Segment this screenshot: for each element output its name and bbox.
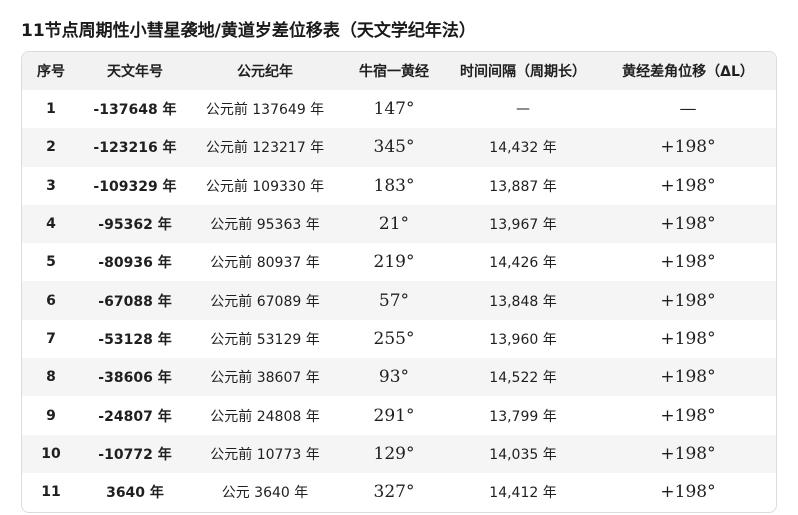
cell-index: 5: [46, 254, 56, 271]
cell-longitude: 345°: [340, 128, 448, 167]
table-row: 6 -67088 年 公元前 67089 年 57° 13,848 年 +198…: [22, 281, 776, 320]
cell-ce-year: 公元前 38607 年: [190, 358, 340, 397]
cell-index: 7: [46, 330, 56, 347]
cell-index: 3: [46, 177, 56, 194]
cell-longitude: 57°: [340, 281, 448, 320]
cell-interval: —: [516, 101, 530, 118]
cell-interval: 13,887 年: [489, 178, 557, 195]
cell-longitude: 21°: [340, 204, 448, 244]
cell-ce-year: 公元前 67089 年: [190, 281, 340, 320]
cell-delta-l: +198°: [598, 128, 776, 167]
cell-longitude: 291°: [373, 405, 415, 426]
cell-interval: 13,799 年: [489, 408, 557, 425]
cell-interval: 14,035 年: [448, 434, 598, 473]
cell-index: 9: [46, 407, 56, 424]
table-header-row: 序号 天文年号 公元纪年 牛宿一黄经 时间间隔（周期长） 黄经差角位移（ΔL）: [22, 52, 776, 90]
cell-ce-year: 公元前 24808 年: [210, 408, 320, 425]
cell-interval: 14,426 年: [489, 255, 557, 272]
table-row: 9 -24807 年 公元前 24808 年 291° 13,799 年 +19…: [22, 396, 776, 434]
cell-astro-year: -53128 年: [98, 331, 172, 348]
cell-delta-l: +198°: [660, 175, 716, 196]
data-table-container: 序号 天文年号 公元纪年 牛宿一黄经 时间间隔（周期长） 黄经差角位移（ΔL） …: [21, 51, 777, 513]
cell-delta-l: +198°: [598, 204, 776, 244]
cell-delta-l: +198°: [660, 405, 716, 426]
cell-delta-l: +198°: [598, 358, 776, 397]
data-table: 序号 天文年号 公元纪年 牛宿一黄经 时间间隔（周期长） 黄经差角位移（ΔL） …: [22, 52, 776, 511]
cell-astro-year: 3640 年: [106, 485, 164, 502]
cell-index: 1: [46, 101, 56, 118]
cell-longitude: 129°: [340, 434, 448, 473]
cell-longitude: 183°: [373, 175, 415, 196]
table-row: 4 -95362 年 公元前 95363 年 21° 13,967 年 +198…: [22, 204, 776, 244]
cell-astro-year: -10772 年: [80, 434, 190, 473]
cell-longitude: 147°: [373, 99, 415, 120]
cell-ce-year: 公元 3640 年: [221, 485, 309, 502]
table-row: 5 -80936 年 公元前 80937 年 219° 14,426 年 +19…: [22, 243, 776, 281]
header-delta-l: 黄经差角位移（ΔL）: [598, 52, 776, 90]
cell-index: 10: [22, 434, 80, 473]
cell-longitude: 219°: [373, 252, 415, 273]
cell-ce-year: 公元前 10773 年: [190, 434, 340, 473]
cell-ce-year: 公元前 53129 年: [210, 331, 320, 348]
table-row: 7 -53128 年 公元前 53129 年 255° 13,960 年 +19…: [22, 320, 776, 358]
cell-astro-year: -123216 年: [80, 128, 190, 167]
header-astro-year: 天文年号: [80, 52, 190, 90]
table-row: 8 -38606 年 公元前 38607 年 93° 14,522 年 +198…: [22, 358, 776, 397]
header-ce-year: 公元纪年: [190, 52, 340, 90]
header-index: 序号: [22, 52, 80, 90]
cell-ce-year: 公元前 123217 年: [190, 128, 340, 167]
cell-ce-year: 公元前 95363 年: [190, 204, 340, 244]
cell-delta-l: +198°: [598, 281, 776, 320]
cell-interval: 13,960 年: [489, 331, 557, 348]
cell-delta-l: +198°: [598, 434, 776, 473]
cell-delta-l: +198°: [660, 482, 716, 503]
table-row: 11 3640 年 公元 3640 年 327° 14,412 年 +198°: [22, 473, 776, 511]
cell-delta-l: +198°: [660, 328, 716, 349]
cell-interval: 14,412 年: [489, 485, 557, 502]
cell-longitude: 93°: [340, 358, 448, 397]
cell-delta-l: —: [679, 99, 697, 120]
cell-index: 8: [22, 358, 80, 397]
header-interval: 时间间隔（周期长）: [448, 52, 598, 90]
cell-astro-year: -38606 年: [80, 358, 190, 397]
cell-index: 2: [22, 128, 80, 167]
cell-interval: 13,967 年: [448, 204, 598, 244]
table-body: 1 -137648 年 公元前 137649 年 147° — — 2 -123…: [22, 90, 776, 511]
cell-astro-year: -80936 年: [98, 255, 172, 272]
cell-interval: 14,432 年: [448, 128, 598, 167]
cell-ce-year: 公元前 109330 年: [205, 178, 325, 195]
cell-index: 4: [22, 204, 80, 244]
table-row: 3 -109329 年 公元前 109330 年 183° 13,887 年 +…: [22, 167, 776, 205]
cell-delta-l: +198°: [660, 252, 716, 273]
cell-longitude: 255°: [373, 328, 415, 349]
cell-index: 6: [22, 281, 80, 320]
cell-astro-year: -137648 年: [93, 102, 177, 119]
page: 11节点周期性小彗星袭地/黄道岁差位移表（天文学纪年法） 序号 天文年号 公元纪…: [0, 0, 798, 515]
cell-astro-year: -67088 年: [80, 281, 190, 320]
table-row: 2 -123216 年 公元前 123217 年 345° 14,432 年 +…: [22, 128, 776, 167]
cell-ce-year: 公元前 80937 年: [210, 255, 320, 272]
cell-ce-year: 公元前 137649 年: [205, 102, 325, 119]
header-longitude: 牛宿一黄经: [340, 52, 448, 90]
page-title: 11节点周期性小彗星袭地/黄道岁差位移表（天文学纪年法）: [21, 21, 476, 41]
cell-interval: 14,522 年: [448, 358, 598, 397]
cell-interval: 13,848 年: [448, 281, 598, 320]
cell-astro-year: -95362 年: [80, 204, 190, 244]
cell-astro-year: -109329 年: [93, 178, 177, 195]
table-row: 1 -137648 年 公元前 137649 年 147° — —: [22, 90, 776, 128]
cell-index: 11: [41, 484, 61, 501]
cell-longitude: 327°: [373, 482, 415, 503]
cell-astro-year: -24807 年: [98, 408, 172, 425]
table-row: 10 -10772 年 公元前 10773 年 129° 14,035 年 +1…: [22, 434, 776, 473]
